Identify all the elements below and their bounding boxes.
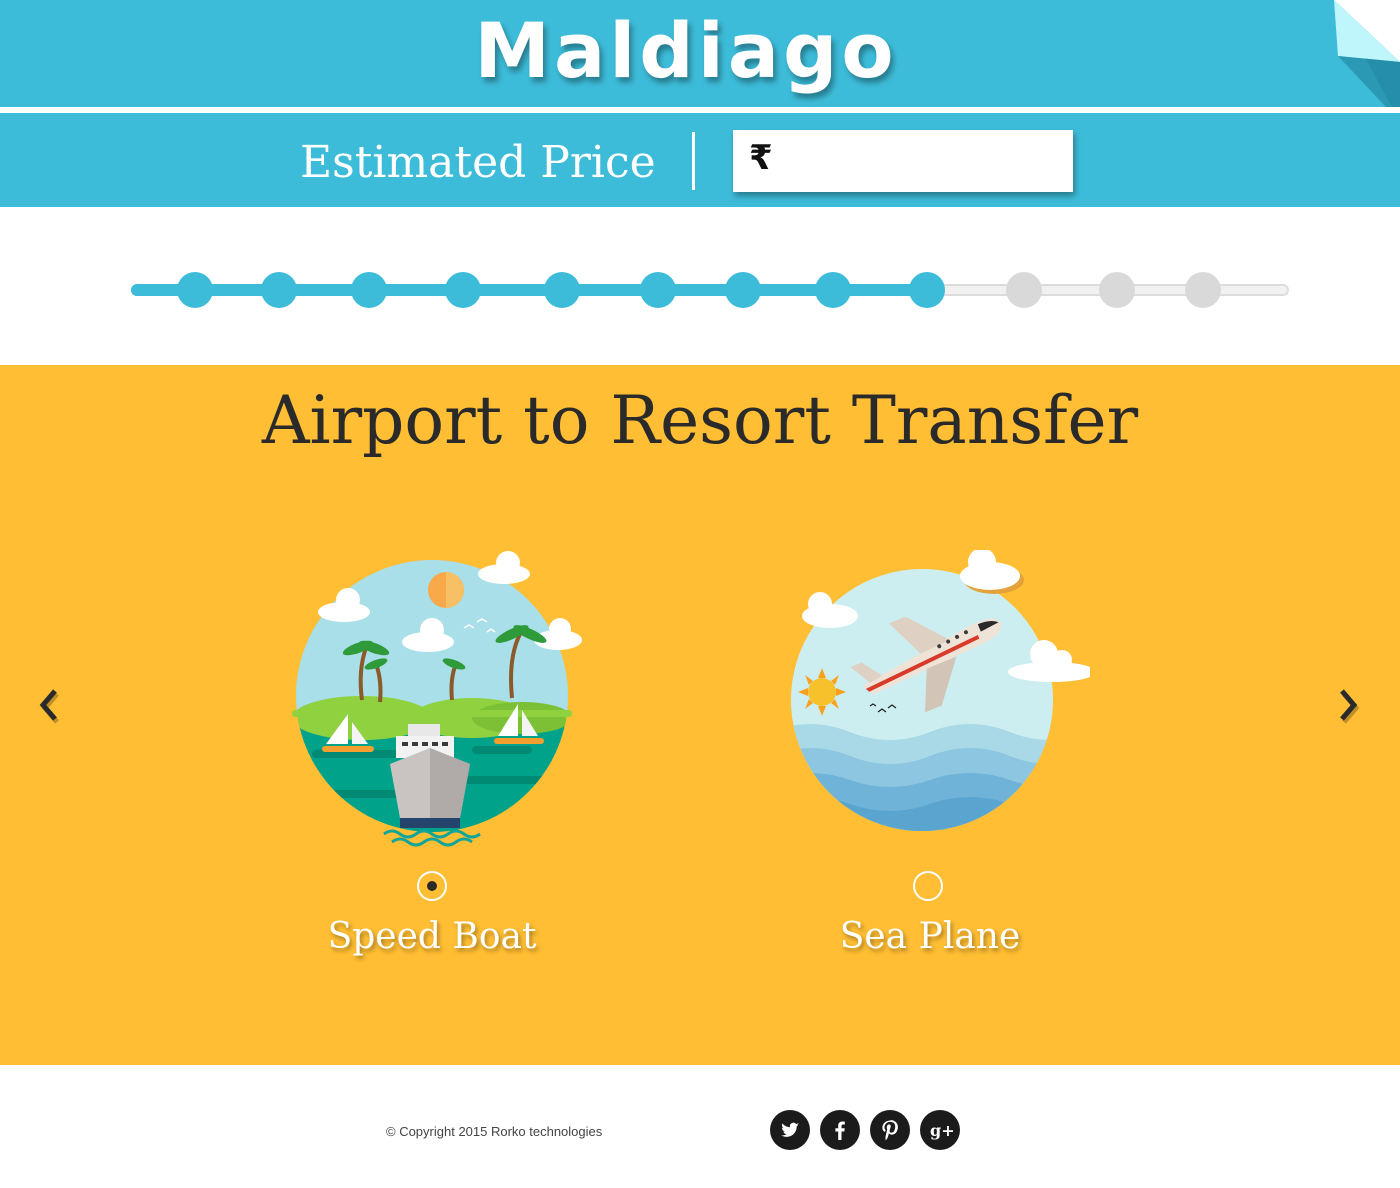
option-speed-boat[interactable]: Speed Boat — [272, 550, 592, 970]
svg-text:g+: g+ — [930, 1121, 955, 1140]
estimated-price-label: Estimated Price — [300, 137, 656, 188]
next-arrow-icon[interactable] — [1330, 683, 1364, 727]
twitter-button[interactable] — [770, 1110, 810, 1150]
pinterest-button[interactable] — [870, 1110, 910, 1150]
progress-step[interactable] — [445, 272, 481, 308]
page-fold-icon — [1334, 0, 1400, 122]
copyright-text: © Copyright 2015 Rorko technologies — [386, 1124, 603, 1139]
google-plus-icon: g+ — [930, 1121, 955, 1140]
boat-island-illustration[interactable] — [272, 550, 592, 850]
progress-step[interactable] — [1099, 272, 1135, 308]
pinterest-icon — [882, 1120, 898, 1141]
progress-step[interactable] — [544, 272, 580, 308]
twitter-icon — [781, 1122, 799, 1137]
progress-step[interactable] — [1185, 272, 1221, 308]
radio-selected-dot — [427, 881, 437, 891]
section-title: Airport to Resort Transfer — [261, 382, 1139, 459]
progress-step[interactable] — [1006, 272, 1042, 308]
speed-boat-radio[interactable] — [417, 871, 447, 901]
transfer-section: Airport to Resort Transfer Speed Boat Se… — [0, 365, 1400, 1065]
progress-step[interactable] — [351, 272, 387, 308]
facebook-icon — [835, 1121, 845, 1140]
progress-step[interactable] — [177, 272, 213, 308]
price-bar: Estimated Price ₹ — [0, 113, 1400, 207]
facebook-button[interactable] — [820, 1110, 860, 1150]
google-plus-button[interactable]: g+ — [920, 1110, 960, 1150]
sea-plane-label: Sea Plane — [839, 916, 1021, 957]
logo-text[interactable]: Maldiago — [0, 6, 1372, 96]
option-sea-plane[interactable]: Sea Plane — [770, 550, 1090, 970]
progress-track-fill — [131, 284, 927, 296]
price-divider — [692, 132, 695, 190]
sea-plane-radio[interactable] — [913, 871, 943, 901]
speed-boat-label: Speed Boat — [327, 916, 537, 957]
progress-step[interactable] — [640, 272, 676, 308]
progress-step[interactable] — [815, 272, 851, 308]
header-bar: Maldiago — [0, 0, 1400, 107]
progress-step[interactable] — [261, 272, 297, 308]
progress-step[interactable] — [725, 272, 761, 308]
estimated-price-input[interactable] — [789, 140, 1059, 182]
step-progress — [131, 270, 1289, 310]
seaplane-illustration[interactable] — [770, 550, 1090, 850]
previous-arrow-icon[interactable] — [33, 683, 67, 727]
rupee-icon: ₹ — [749, 138, 773, 178]
progress-step[interactable] — [909, 272, 945, 308]
price-field[interactable]: ₹ — [733, 130, 1073, 192]
